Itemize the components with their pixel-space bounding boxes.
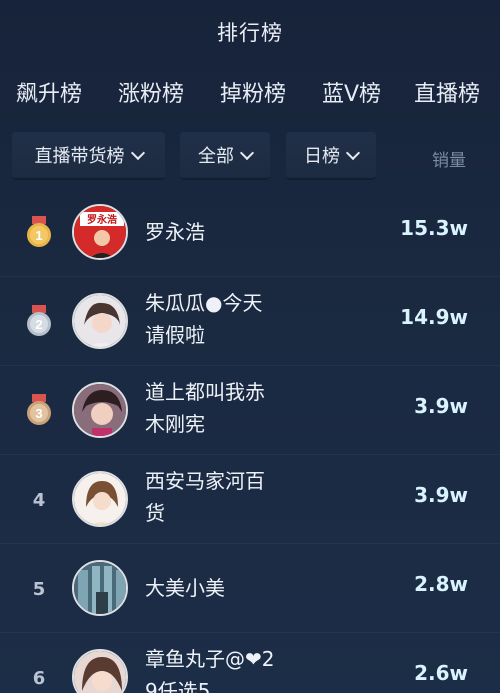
- sales-value: 15.3w: [400, 216, 468, 240]
- streamer-name-line1: 西安马家河百: [145, 469, 265, 493]
- rank-number: 4: [32, 489, 46, 511]
- rank-number: 5: [32, 578, 46, 600]
- rank-number: 6: [32, 667, 46, 689]
- avatar[interactable]: [72, 471, 128, 527]
- sales-value: 14.9w: [400, 305, 468, 329]
- sales-value: 2.6w: [414, 661, 468, 685]
- filter-bar: 直播带货榜 全部 日榜: [0, 132, 500, 182]
- list-item[interactable]: 2 朱瓜瓜●今天 请假啦 14.9w: [0, 277, 500, 366]
- streamer-name-line2: 货: [145, 501, 165, 525]
- page-title: 排行榜: [217, 21, 283, 45]
- streamer-name-line2: 请假啦: [145, 323, 205, 347]
- svg-text:1: 1: [35, 228, 42, 243]
- tab-blue-v[interactable]: 蓝V榜: [322, 76, 381, 108]
- streamer-name-line1: 朱瓜瓜●今天: [145, 291, 263, 315]
- ranking-tabs: 飙升榜 涨粉榜 掉粉榜 蓝V榜 直播榜: [0, 70, 500, 118]
- list-item[interactable]: 5 大美小美 2.8w: [0, 544, 500, 633]
- streamer-name: 罗永浩: [145, 220, 205, 244]
- streamer-name-line2: 9任选5: [145, 679, 211, 693]
- avatar[interactable]: 罗永浩: [72, 204, 128, 260]
- tab-live[interactable]: 直播榜: [414, 76, 480, 108]
- sales-column-header[interactable]: 销量: [432, 146, 466, 171]
- tab-follower-loss[interactable]: 掉粉榜: [220, 76, 286, 108]
- svg-text:3: 3: [35, 406, 42, 421]
- tab-follower-gain[interactable]: 涨粉榜: [118, 76, 184, 108]
- silver-medal-icon: 2: [27, 305, 51, 336]
- scope-dropdown[interactable]: 全部: [180, 132, 270, 180]
- bronze-medal-icon: 3: [27, 394, 51, 425]
- tab-soaring[interactable]: 飙升榜: [16, 76, 82, 108]
- sales-value: 3.9w: [414, 483, 468, 507]
- category-label: 直播带货榜: [34, 146, 125, 167]
- list-item[interactable]: 6 章鱼丸子@❤2 9任选5 2.6w: [0, 633, 500, 693]
- streamer-name-line2: 木刚宪: [145, 412, 205, 436]
- sales-value: 2.8w: [414, 572, 468, 596]
- chevron-down-icon: [130, 145, 145, 160]
- list-item[interactable]: 3 道上都叫我赤 木刚宪 3.9w: [0, 366, 500, 455]
- avatar[interactable]: [72, 382, 128, 438]
- chevron-down-icon: [345, 145, 361, 160]
- period-dropdown[interactable]: 日榜: [286, 132, 376, 180]
- avatar[interactable]: [72, 560, 128, 616]
- scope-label: 全部: [198, 146, 234, 167]
- period-label: 日榜: [304, 146, 340, 167]
- streamer-name-line1: 章鱼丸子@❤2: [145, 647, 275, 671]
- list-item[interactable]: 4 西安马家河百 货 3.9w: [0, 455, 500, 544]
- svg-text:2: 2: [35, 317, 42, 332]
- streamer-name: 大美小美: [145, 576, 225, 600]
- category-dropdown[interactable]: 直播带货榜: [12, 132, 165, 180]
- chevron-down-icon: [239, 145, 255, 160]
- streamer-name-line1: 道上都叫我赤: [145, 380, 265, 404]
- gold-medal-icon: 1: [27, 216, 51, 247]
- sales-value: 3.9w: [414, 394, 468, 418]
- avatar[interactable]: [72, 649, 128, 693]
- avatar[interactable]: [72, 293, 128, 349]
- list-item[interactable]: 1 罗永浩 罗永浩 15.3w: [0, 188, 500, 277]
- svg-text:罗永浩: 罗永浩: [87, 213, 117, 226]
